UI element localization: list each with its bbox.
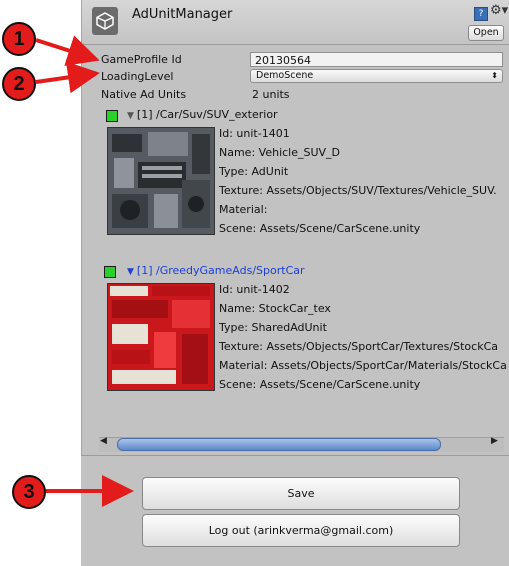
callout-2-badge: 2 [2, 67, 36, 101]
annotation-arrows [35, 35, 134, 507]
callout-2-arrow [35, 61, 100, 94]
callout-3-badge: 3 [12, 475, 46, 509]
callout-1-arrow [35, 35, 100, 66]
callout-1-badge: 1 [2, 22, 36, 56]
